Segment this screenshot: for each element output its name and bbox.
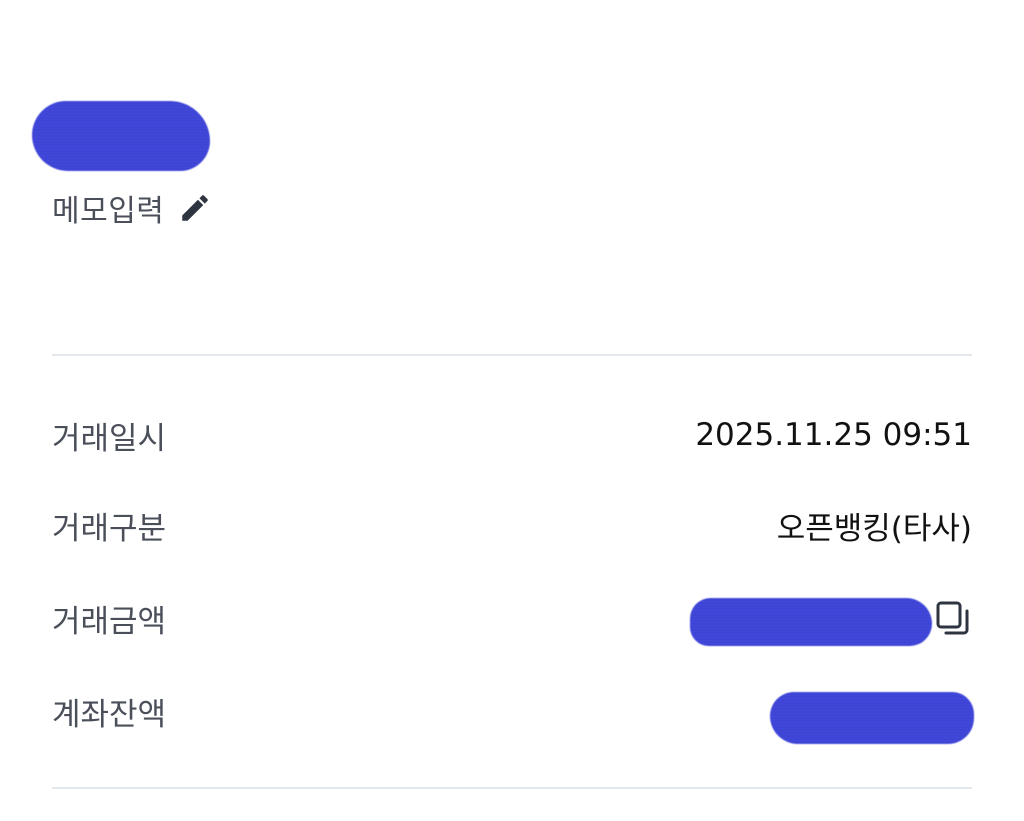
detail-row-type: 거래구분 오픈뱅킹(타사)	[52, 500, 972, 550]
detail-label: 계좌잔액	[52, 696, 167, 733]
detail-label: 거래구분	[52, 510, 167, 547]
detail-value-type: 오픈뱅킹(타사)	[776, 510, 972, 547]
divider-top	[52, 354, 972, 356]
redacted-amount	[690, 598, 932, 646]
memo-input-button[interactable]: 메모입력	[52, 186, 212, 230]
divider-bottom	[52, 787, 972, 789]
detail-label: 거래일시	[52, 420, 167, 457]
detail-label: 거래금액	[52, 603, 167, 640]
redacted-title	[32, 101, 210, 171]
detail-row-datetime: 거래일시 2025.11.25 09:51	[52, 410, 972, 460]
detail-value-datetime: 2025.11.25 09:51	[695, 417, 972, 453]
redacted-balance	[770, 692, 974, 744]
pencil-icon	[178, 191, 212, 225]
memo-label: 메모입력	[52, 194, 165, 229]
copy-icon[interactable]	[932, 599, 972, 639]
